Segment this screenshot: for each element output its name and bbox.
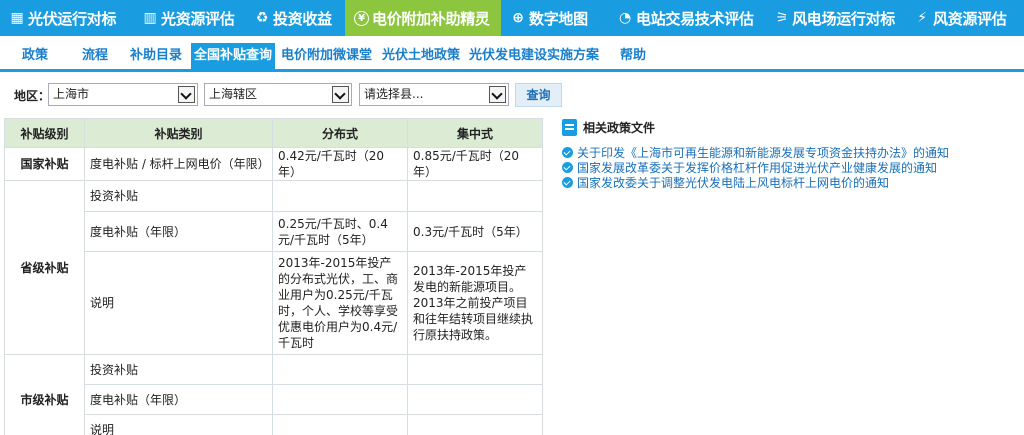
- city-select[interactable]: 上海辖区: [204, 83, 352, 106]
- nav-subsidy-wizard[interactable]: ¥ 电价附加补助精灵: [345, 0, 501, 36]
- policy-link-list: 关于印发《上海市可再生能源和新能源发展专项资金扶持办法》的通知 国家发展改革委关…: [562, 145, 949, 190]
- policy-link[interactable]: 关于印发《上海市可再生能源和新能源发展专项资金扶持办法》的通知: [562, 145, 949, 160]
- nav-investment-return[interactable]: ♻ 投资收益: [245, 0, 345, 36]
- nav-solar-resource[interactable]: ▥ 光资源评估: [133, 0, 245, 36]
- nav-digital-map[interactable]: ⊕ 数字地图: [501, 0, 608, 36]
- nav-label: 电价附加补助精灵: [372, 9, 490, 28]
- table-header-row: 补贴级别 补贴类别 分布式 集中式: [4, 118, 543, 148]
- chevron-down-icon: [489, 86, 506, 103]
- subsidy-category: 投资补贴: [84, 354, 273, 385]
- nav-label: 数字地图: [529, 9, 588, 28]
- nav-label: 风资源评估: [933, 9, 1007, 28]
- centralized-value: [407, 384, 543, 415]
- tab-pv-land-policy[interactable]: 光伏土地政策: [382, 43, 460, 69]
- region-filter: 地区： 上海市 上海辖区 请选择县... 查询: [0, 80, 1024, 110]
- centralized-value: 0.85元/千瓦时（20年）: [407, 147, 543, 181]
- tab-process[interactable]: 流程: [82, 43, 108, 69]
- nav-label: 风电场运行对标: [792, 9, 895, 28]
- gauge-icon: ◔: [619, 10, 631, 26]
- subsidy-category: 度电补贴（年限）: [84, 211, 273, 252]
- sub-nav: 政策 流程 补助目录 全国补贴查询 电价附加微课堂 光伏土地政策 光伏发电建设实…: [0, 36, 1024, 72]
- county-select[interactable]: 请选择县...: [359, 83, 509, 106]
- document-icon: [562, 119, 577, 136]
- distributed-value: [272, 384, 408, 415]
- column-header: 集中式: [407, 118, 543, 148]
- nav-pv-benchmark[interactable]: ▦ 光伏运行对标: [0, 0, 133, 36]
- check-circle-icon: [562, 177, 573, 188]
- distributed-value: [272, 414, 408, 435]
- chevron-down-icon: [332, 86, 349, 103]
- subsidy-level: 省级补贴: [4, 180, 85, 355]
- table-row: 省级补贴 投资补贴: [4, 180, 543, 355]
- related-policy-title: 相关政策文件: [583, 121, 656, 135]
- table-row: 国家补贴 度电补贴 / 标杆上网电价（年限） 0.42元/千瓦时（20年） 0.…: [4, 147, 543, 181]
- subsidy-category: 说明: [84, 414, 273, 435]
- chevron-down-icon: [178, 86, 195, 103]
- check-circle-icon: [562, 147, 573, 158]
- distributed-value: 0.42元/千瓦时（20年）: [272, 147, 408, 181]
- centralized-value: [407, 354, 543, 385]
- table-row: 度电补贴（年限）: [5, 384, 543, 415]
- table-row: 市级补贴 投资补贴: [4, 354, 543, 435]
- tab-tariff-class[interactable]: 电价附加微课堂: [281, 43, 372, 69]
- tab-pv-construction-plan[interactable]: 光伏发电建设实施方案: [469, 43, 599, 69]
- column-header: 补贴级别: [4, 118, 85, 148]
- subsidy-category: 投资补贴: [84, 180, 273, 212]
- table-row: 说明: [5, 414, 543, 435]
- policy-link[interactable]: 国家发改委关于调整光伏发电陆上风电标杆上网电价的通知: [562, 175, 949, 190]
- check-circle-icon: [562, 162, 573, 173]
- centralized-value: 0.3元/千瓦时（5年）: [407, 211, 543, 252]
- nav-label: 电站交易技术评估: [636, 9, 754, 28]
- windmill-icon: ⚞: [775, 10, 789, 26]
- column-header: 分布式: [272, 118, 408, 148]
- region-label: 地区：: [14, 89, 51, 103]
- nav-wind-benchmark[interactable]: ⚞ 风电场运行对标: [766, 0, 905, 36]
- subsidy-category: 度电补贴 / 标杆上网电价（年限）: [84, 147, 273, 181]
- centralized-value: [407, 414, 543, 435]
- column-header: 补贴类别: [84, 118, 273, 148]
- distributed-value: 0.25元/千瓦时、0.4元/千瓦时（5年）: [272, 211, 408, 252]
- policy-link[interactable]: 国家发展改革委关于发挥价格杠杆作用促进光伏产业健康发展的通知: [562, 160, 949, 175]
- province-value: 上海市: [53, 87, 90, 101]
- distributed-value: [272, 354, 408, 385]
- query-button[interactable]: 查询: [515, 83, 562, 107]
- centralized-value: [407, 180, 543, 212]
- subsidy-category: 度电补贴（年限）: [84, 384, 273, 415]
- distributed-value: 2013年-2015年投产的分布式光伏，工、商业用户为0.25元/千瓦时，个人、…: [272, 251, 408, 355]
- globe-icon: ⊕: [512, 10, 524, 26]
- tab-subsidy-catalog[interactable]: 补助目录: [130, 43, 182, 69]
- city-value: 上海辖区: [209, 87, 258, 101]
- nav-wind-resource[interactable]: ⚡ 风资源评估: [905, 0, 1024, 36]
- grid-icon: ▦: [10, 10, 24, 26]
- table-row: 说明 2013年-2015年投产的分布式光伏，工、商业用户为0.25元/千瓦时，…: [5, 251, 543, 355]
- nav-label: 投资收益: [273, 9, 332, 28]
- county-placeholder: 请选择县...: [364, 87, 424, 101]
- lightning-icon: ⚡: [917, 10, 927, 26]
- yen-icon: ¥: [354, 10, 369, 26]
- centralized-value: 2013年-2015年投产发电的新能源项目。2013年之前投产项目和往年结转项目…: [407, 251, 543, 355]
- subsidy-level: 国家补贴: [4, 147, 85, 181]
- recycle-icon: ♻: [255, 10, 269, 26]
- tab-national-subsidy-query[interactable]: 全国补贴查询: [191, 43, 276, 69]
- related-policy-panel: 相关政策文件 关于印发《上海市可再生能源和新能源发展专项资金扶持办法》的通知 国…: [562, 119, 949, 190]
- subsidy-level: 市级补贴: [4, 354, 85, 435]
- subsidy-table: 补贴级别 补贴类别 分布式 集中式 国家补贴 度电补贴 / 标杆上网电价（年限）…: [4, 118, 543, 435]
- top-nav: ▦ 光伏运行对标 ▥ 光资源评估 ♻ 投资收益 ¥ 电价附加补助精灵 ⊕ 数字地图 ◔ 电站…: [0, 0, 1024, 36]
- nav-label: 光资源评估: [161, 9, 235, 28]
- table-row: 度电补贴（年限） 0.25元/千瓦时、0.4元/千瓦时（5年） 0.3元/千瓦时…: [5, 211, 543, 252]
- policy-link-text[interactable]: 国家发改委关于调整光伏发电陆上风电标杆上网电价的通知: [577, 174, 889, 191]
- related-policy-heading: 相关政策文件: [562, 119, 949, 136]
- subsidy-category: 说明: [84, 251, 273, 355]
- nav-station-trade-eval[interactable]: ◔ 电站交易技术评估: [608, 0, 766, 36]
- nav-label: 光伏运行对标: [28, 9, 117, 28]
- distributed-value: [272, 180, 408, 212]
- bar-chart-icon: ▥: [143, 10, 157, 26]
- province-select[interactable]: 上海市: [48, 83, 198, 106]
- tab-policy[interactable]: 政策: [22, 43, 48, 69]
- tab-help[interactable]: 帮助: [620, 43, 646, 69]
